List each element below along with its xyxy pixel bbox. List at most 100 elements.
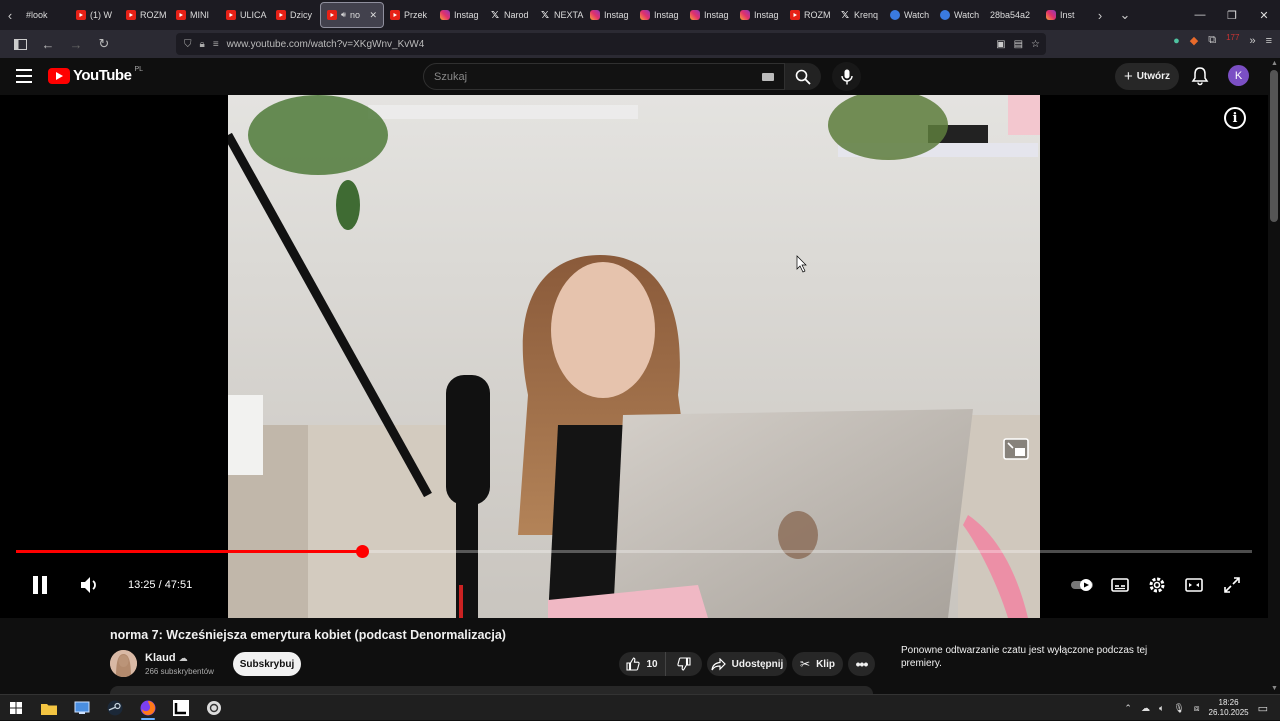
- browser-tab[interactable]: Watch: [884, 2, 934, 28]
- subtitles-button[interactable]: [1108, 573, 1132, 597]
- browser-tab-label: Narod: [504, 10, 529, 20]
- settings-button[interactable]: [1145, 573, 1169, 597]
- create-button[interactable]: + Utwórz: [1115, 63, 1179, 90]
- autoplay-toggle[interactable]: [1070, 573, 1094, 597]
- clip-button[interactable]: ✂ Klip: [792, 652, 843, 676]
- scrollbar-thumb[interactable]: [1270, 70, 1278, 222]
- url-text[interactable]: www.youtube.com/watch?v=XKgWnv_KvW4: [227, 39, 425, 50]
- browser-tab[interactable]: Dzicy: [270, 2, 320, 28]
- pause-button[interactable]: [28, 573, 52, 597]
- scroll-down-icon[interactable]: ▼: [1271, 685, 1278, 692]
- close-tab-icon[interactable]: ✕: [369, 10, 377, 21]
- miniplayer-icon[interactable]: [1003, 438, 1029, 460]
- vpn-extension-icon[interactable]: ●: [1173, 35, 1180, 47]
- onedrive-cloud-icon[interactable]: ☁: [1141, 703, 1150, 714]
- browser-tab[interactable]: ROZM: [784, 2, 834, 28]
- video-info-icon[interactable]: i: [1224, 107, 1246, 129]
- video-frame[interactable]: [228, 95, 1040, 618]
- back-icon[interactable]: ←: [36, 32, 60, 56]
- system-clock[interactable]: 18:26 26.10.2025: [1209, 698, 1249, 718]
- tray-overflow-chevron-icon[interactable]: ⌃: [1124, 703, 1132, 714]
- instagram-favicon-icon: [440, 10, 450, 20]
- browser-tab[interactable]: Inst: [1040, 2, 1090, 28]
- picture-in-picture-icon[interactable]: ▣: [996, 39, 1005, 50]
- browser-tab[interactable]: MINI: [170, 2, 220, 28]
- voice-search-button[interactable]: [832, 62, 861, 91]
- youtube-logo[interactable]: YouTube PL: [48, 66, 143, 84]
- progress-scrubber-knob[interactable]: [356, 545, 370, 558]
- overflow-chevron-icon[interactable]: »: [1249, 35, 1255, 47]
- search-input[interactable]: Szukaj: [423, 63, 785, 90]
- browser-tab[interactable]: Przek: [384, 2, 434, 28]
- more-actions-button[interactable]: •••: [848, 652, 875, 676]
- browser-tab[interactable]: 28ba54a2: [984, 2, 1040, 28]
- volume-button[interactable]: [78, 573, 102, 597]
- tab-audio-speaker-icon[interactable]: 🔊︎: [341, 10, 346, 20]
- fullscreen-button[interactable]: [1220, 573, 1244, 597]
- browser-tab[interactable]: (1) W: [70, 2, 120, 28]
- guide-menu-icon[interactable]: [16, 69, 32, 83]
- share-button[interactable]: Udostępnij: [707, 652, 787, 676]
- sidebar-toggle-icon[interactable]: [8, 32, 32, 56]
- video-player[interactable]: i 13:25 / 47:51: [0, 95, 1268, 618]
- channel-name[interactable]: Klaud ☁: [145, 652, 188, 664]
- keyboard-icon[interactable]: [762, 73, 774, 81]
- capcut-icon[interactable]: [170, 698, 192, 718]
- minimize-icon[interactable]: —: [1184, 0, 1216, 30]
- channel-avatar[interactable]: [110, 650, 137, 677]
- search-button[interactable]: [785, 63, 821, 90]
- scroll-up-icon[interactable]: ▲: [1271, 60, 1278, 67]
- browser-tab[interactable]: Instag: [584, 2, 634, 28]
- bookmark-star-icon[interactable]: ☆: [1031, 39, 1040, 50]
- tab-list-chevron-icon[interactable]: ⌄: [1110, 0, 1140, 30]
- dislike-button[interactable]: [665, 652, 702, 676]
- tab-scroll-right-icon[interactable]: ›: [1090, 0, 1110, 30]
- steam-icon[interactable]: [104, 698, 126, 718]
- microphone-tray-icon[interactable]: 🎙︎: [1173, 703, 1184, 714]
- reload-icon[interactable]: ↻: [92, 32, 116, 56]
- browser-tab[interactable]: 𝕏 NEXTA: [534, 2, 584, 28]
- tab-list: #look (1) W ROZM MINI ULICA Dzicy 🔊︎ no ✕ Przek In…: [20, 0, 1090, 30]
- notifications-bell-icon[interactable]: [1190, 66, 1210, 86]
- firefox-icon[interactable]: [137, 698, 159, 720]
- browser-tab[interactable]: Instag: [734, 2, 784, 28]
- ublock-extension-icon[interactable]: 177: [1226, 33, 1239, 42]
- browser-tab[interactable]: 𝕏 Krenq: [834, 2, 884, 28]
- description-box-edge[interactable]: [110, 686, 873, 694]
- browser-tab[interactable]: 🔊︎ no ✕: [320, 2, 384, 28]
- fox-extension-icon[interactable]: ◆: [1190, 34, 1198, 47]
- forward-icon[interactable]: →: [64, 32, 88, 56]
- browser-tab[interactable]: ROZM: [120, 2, 170, 28]
- browser-tab[interactable]: Watch: [934, 2, 984, 28]
- reader-mode-icon[interactable]: ▤: [1014, 39, 1023, 50]
- browser-tab[interactable]: Instag: [634, 2, 684, 28]
- browser-tab[interactable]: Instag: [684, 2, 734, 28]
- close-window-icon[interactable]: ✕: [1248, 0, 1280, 30]
- notifications-center-icon[interactable]: ▭: [1258, 702, 1268, 715]
- network-icon[interactable]: ⧈: [1194, 703, 1200, 714]
- app-menu-icon[interactable]: ≡: [1266, 35, 1272, 47]
- windows-start-icon[interactable]: [5, 698, 27, 718]
- remote-desktop-icon[interactable]: [71, 698, 93, 718]
- subscribe-button[interactable]: Subskrybuj: [233, 652, 301, 676]
- browser-tab[interactable]: Instag: [434, 2, 484, 28]
- browser-tab[interactable]: #look: [20, 2, 70, 28]
- extensions-puzzle-icon[interactable]: ⧉: [1208, 34, 1216, 47]
- like-count: 10: [646, 658, 658, 670]
- like-button[interactable]: 10: [619, 652, 665, 676]
- browser-tab[interactable]: ULICA: [220, 2, 270, 28]
- speaker-icon[interactable]: 🔈︎: [1159, 703, 1164, 714]
- browser-tab[interactable]: 𝕏 Narod: [484, 2, 534, 28]
- restore-icon[interactable]: ❐: [1216, 0, 1248, 30]
- tab-scroll-left-icon[interactable]: ‹: [0, 0, 20, 30]
- account-avatar[interactable]: K: [1228, 65, 1249, 86]
- theater-mode-button[interactable]: [1182, 573, 1206, 597]
- url-bar[interactable]: ⛉ 🔒︎ ≡ www.youtube.com/watch?v=XKgWnv_Kv…: [176, 33, 1046, 55]
- browser-tab-label: no: [350, 10, 361, 20]
- page-scrollbar[interactable]: ▲ ▼: [1268, 58, 1280, 694]
- player-controls: 13:25 / 47:51: [0, 567, 1268, 603]
- chatgpt-icon[interactable]: [203, 698, 225, 718]
- create-label: Utwórz: [1136, 71, 1171, 82]
- file-explorer-icon[interactable]: [38, 698, 60, 718]
- progress-bar[interactable]: [16, 545, 1252, 558]
